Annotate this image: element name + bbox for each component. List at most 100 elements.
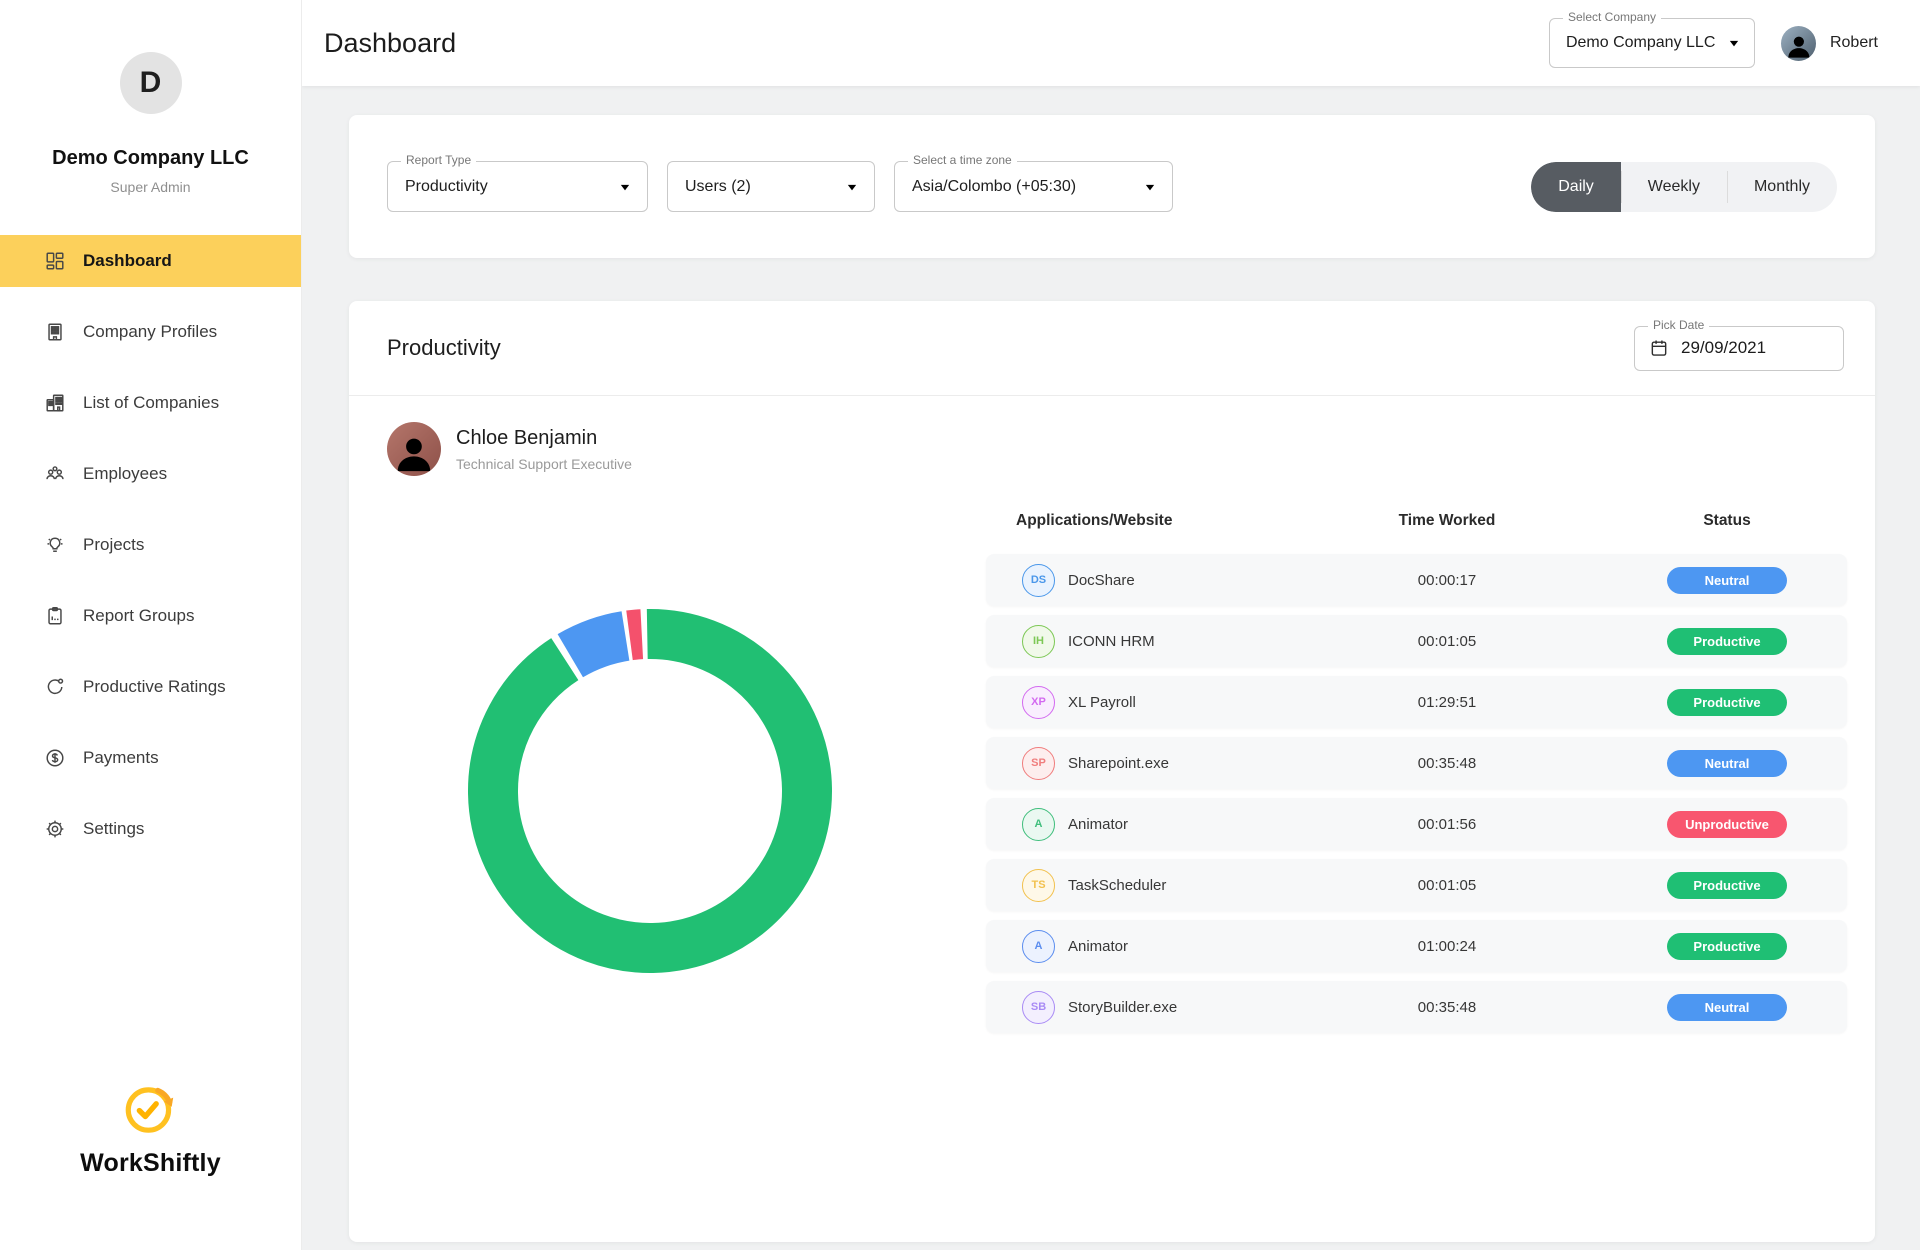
brand-block: WorkShiftly <box>0 1078 301 1178</box>
sidebar-item-payments[interactable]: Payments <box>0 732 301 784</box>
company-select[interactable]: Select Company Demo Company LLC <box>1549 18 1755 68</box>
status-badge: Productive <box>1667 933 1787 960</box>
sidebar-item-settings[interactable]: Settings <box>0 803 301 855</box>
status-badge: Unproductive <box>1667 811 1787 838</box>
status-badge: Neutral <box>1667 750 1787 777</box>
productivity-card-header: Productivity Pick Date 29/09/2021 <box>349 301 1875 396</box>
sidebar-item-company-profiles[interactable]: Company Profiles <box>0 306 301 358</box>
calendar-icon <box>1649 338 1669 358</box>
sidebar-item-report-groups[interactable]: Report Groups <box>0 590 301 642</box>
range-weekly-button[interactable]: Weekly <box>1621 162 1727 212</box>
employee-name: Chloe Benjamin <box>456 427 632 450</box>
donut-svg <box>450 591 850 991</box>
status-badge: Productive <box>1667 689 1787 716</box>
status-badge: Productive <box>1667 872 1787 899</box>
app-name: Animator <box>1068 938 1128 955</box>
sidebar-company-block: D Demo Company LLC Super Admin <box>0 0 301 195</box>
timezone-label: Select a time zone <box>908 153 1017 167</box>
time-worked: 00:01:05 <box>1287 877 1607 894</box>
table-row: A Animator 00:01:56 Unproductive <box>986 798 1847 850</box>
range-monthly-button[interactable]: Monthly <box>1727 162 1837 212</box>
person-icon <box>391 430 437 476</box>
sidebar-menu: Dashboard Company Profiles List of Compa… <box>0 235 301 874</box>
timezone-select[interactable]: Select a time zone Asia/Colombo (+05:30) <box>894 161 1173 212</box>
sidebar-item-productive-ratings[interactable]: Productive Ratings <box>0 661 301 713</box>
time-worked: 00:35:48 <box>1287 755 1607 772</box>
employee-avatar <box>387 422 441 476</box>
table-row: SP Sharepoint.exe 00:35:48 Neutral <box>986 737 1847 789</box>
dashboard-icon <box>44 250 66 272</box>
dollar-icon <box>44 747 66 769</box>
app-name: ICONN HRM <box>1068 633 1155 650</box>
lightbulb-icon <box>44 534 66 556</box>
app-name: TaskScheduler <box>1068 877 1166 894</box>
sidebar-item-employees[interactable]: Employees <box>0 448 301 500</box>
brand-name: WorkShiftly <box>0 1149 301 1178</box>
date-picker-label: Pick Date <box>1648 318 1709 332</box>
sidebar-item-list-of-companies[interactable]: List of Companies <box>0 377 301 429</box>
clipboard-icon <box>44 605 66 627</box>
app-initials-badge: DS <box>1022 564 1055 597</box>
sidebar-item-dashboard[interactable]: Dashboard <box>0 235 301 287</box>
sidebar-item-label: Settings <box>83 819 144 839</box>
time-worked: 00:01:56 <box>1287 816 1607 833</box>
sidebar-company-role: Super Admin <box>0 179 301 195</box>
user-name: Robert <box>1830 34 1878 52</box>
time-worked: 01:00:24 <box>1287 938 1607 955</box>
app-initials-badge: XP <box>1022 686 1055 719</box>
col-applications: Applications/Website <box>1016 512 1287 530</box>
sidebar-item-projects[interactable]: Projects <box>0 519 301 571</box>
report-type-select[interactable]: Report Type Productivity <box>387 161 648 212</box>
time-worked: 00:00:17 <box>1287 572 1607 589</box>
sidebar-item-label: Payments <box>83 748 159 768</box>
app-name: Animator <box>1068 816 1128 833</box>
sidebar-item-label: Report Groups <box>83 606 195 626</box>
table-row: SB StoryBuilder.exe 00:35:48 Neutral <box>986 981 1847 1033</box>
sidebar-item-label: Projects <box>83 535 144 555</box>
buildings-icon <box>44 392 66 414</box>
building-icon <box>44 321 66 343</box>
sidebar-item-label: Company Profiles <box>83 322 217 342</box>
col-time-worked: Time Worked <box>1287 512 1607 530</box>
productivity-card: Productivity Pick Date 29/09/2021 Chloe … <box>349 301 1875 1242</box>
timezone-value: Asia/Colombo (+05:30) <box>912 178 1076 196</box>
people-icon <box>44 463 66 485</box>
time-worked: 01:29:51 <box>1287 694 1607 711</box>
app-initials-badge: IH <box>1022 625 1055 658</box>
donut-segment-productive <box>490 631 809 950</box>
range-toggle: DailyWeeklyMonthly <box>1531 162 1837 212</box>
app-initials-badge: SP <box>1022 747 1055 780</box>
workshiftly-clock-icon <box>120 1078 182 1140</box>
company-logo: D <box>120 52 182 114</box>
users-select[interactable]: Users (2) <box>667 161 875 212</box>
app-name: XL Payroll <box>1068 694 1136 711</box>
app-initials-badge: A <box>1022 808 1055 841</box>
time-worked: 00:01:05 <box>1287 633 1607 650</box>
sidebar-item-label: Productive Ratings <box>83 677 226 697</box>
table-header-row: Applications/Website Time Worked Status <box>986 512 1847 554</box>
app-initials-badge: SB <box>1022 991 1055 1024</box>
app-initials-badge: A <box>1022 930 1055 963</box>
productivity-donut-chart <box>349 476 986 1242</box>
employee-header: Chloe Benjamin Technical Support Executi… <box>387 422 1875 476</box>
top-header: Dashboard Select Company Demo Company LL… <box>302 0 1920 86</box>
range-daily-button[interactable]: Daily <box>1531 162 1621 212</box>
chevron-down-icon <box>1140 177 1160 197</box>
time-worked: 00:35:48 <box>1287 999 1607 1016</box>
report-type-value: Productivity <box>405 178 488 196</box>
company-select-value: Demo Company LLC <box>1566 34 1715 52</box>
table-row: TS TaskScheduler 00:01:05 Productive <box>986 859 1847 911</box>
employee-role: Technical Support Executive <box>456 456 632 472</box>
date-picker[interactable]: Pick Date 29/09/2021 <box>1634 326 1844 371</box>
sidebar-item-label: Employees <box>83 464 167 484</box>
date-picker-value: 29/09/2021 <box>1681 338 1766 358</box>
filter-bar: Report Type Productivity Users (2) Selec… <box>349 115 1875 258</box>
company-select-label: Select Company <box>1563 10 1661 24</box>
status-badge: Neutral <box>1667 567 1787 594</box>
company-logo-letter: D <box>140 66 162 100</box>
user-menu[interactable]: Robert <box>1781 26 1878 61</box>
sidebar-item-label: Dashboard <box>83 251 172 271</box>
sidebar-item-label: List of Companies <box>83 393 219 413</box>
gear-icon <box>44 818 66 840</box>
status-badge: Productive <box>1667 628 1787 655</box>
